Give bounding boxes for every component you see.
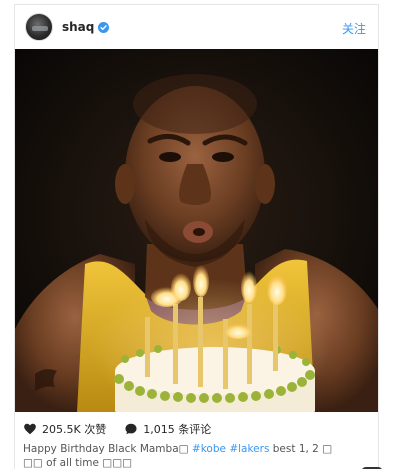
hair [133,74,257,134]
post-actions: 205.5K 次赞 1,015 条评论 [23,420,229,438]
user-avatar[interactable] [25,13,53,41]
left-ear [115,164,135,204]
left-eye [159,152,181,162]
likes-count[interactable]: 205.5K 次赞 [42,421,106,437]
post-photo[interactable] [15,49,378,412]
verified-badge-icon [98,21,110,33]
hashtag-kobe[interactable]: #kobe [192,443,226,455]
caption-text: Happy Birthday Black Mamba□ [23,443,189,455]
follow-button[interactable]: 关注 [342,20,366,37]
post-caption: Happy Birthday Black Mamba□ #kobe #laker… [23,442,371,469]
hashtag-lakers[interactable]: #lakers [229,443,269,455]
right-ear [255,164,275,204]
mouth-opening [193,228,205,236]
username[interactable]: shaq [62,20,94,34]
caption-line-2: □□ of all time □□□ [23,457,133,469]
comments-count[interactable]: 1,015 条评论 [143,421,211,437]
post-header: shaq 关注 [15,5,378,49]
instagram-post-card: shaq 关注 205.5K 次赞 1,015 条评论 Happy Birthd… [14,4,383,469]
heart-icon[interactable] [23,422,37,436]
comment-bubble-icon[interactable] [124,422,138,436]
caption-rest: best 1, 2 □ [272,443,333,455]
right-eye [212,152,234,162]
